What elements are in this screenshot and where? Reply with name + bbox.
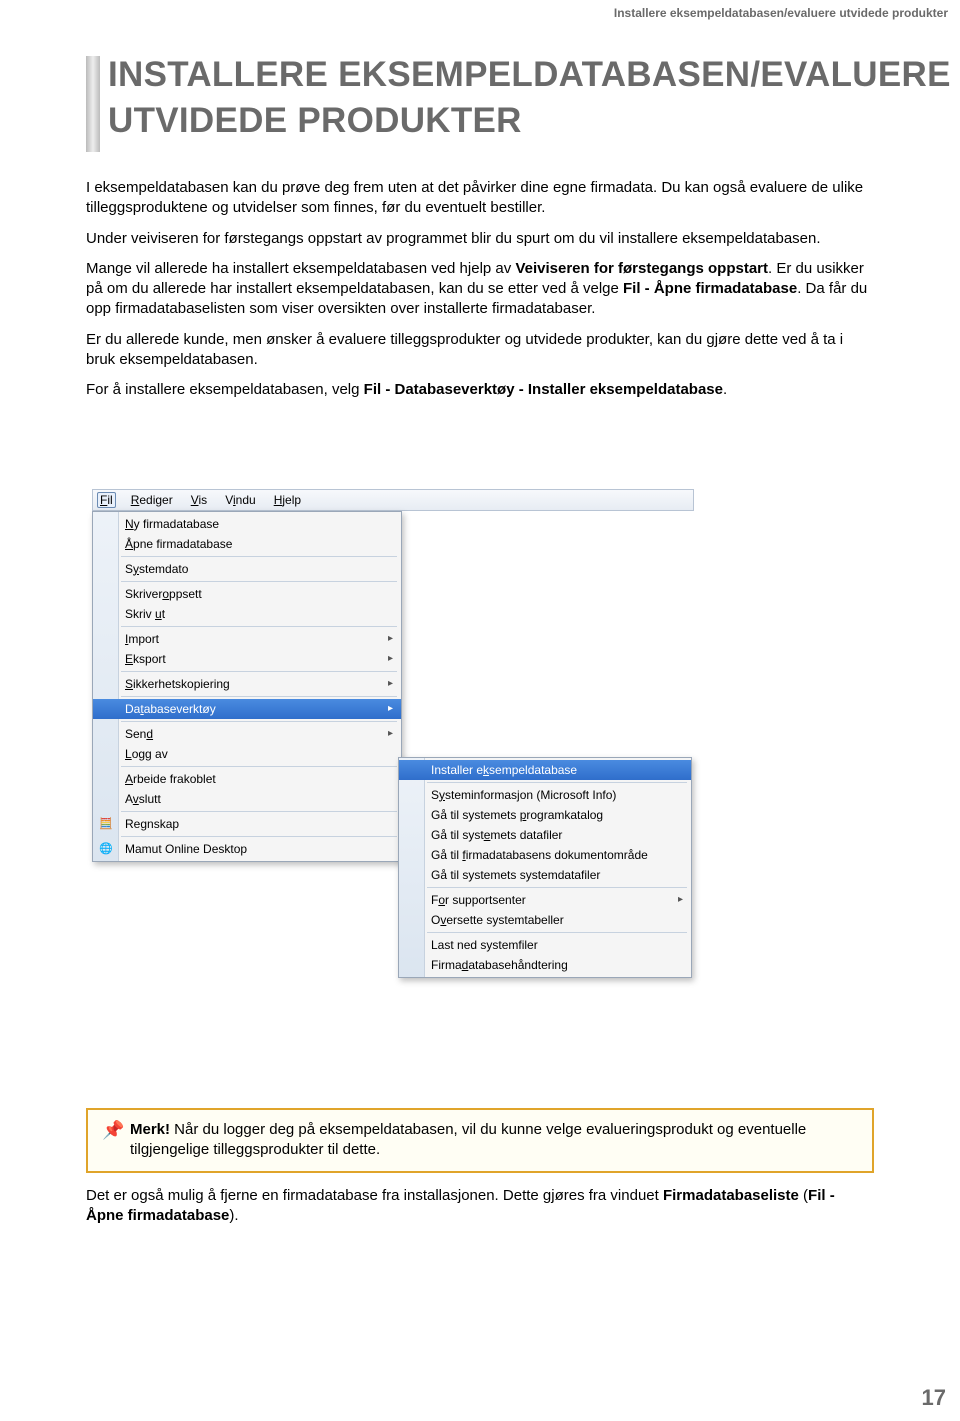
menu-sikkerhetskopiering[interactable]: Sikkerhetskopiering▸Sikkerhetskopiering — [93, 674, 401, 694]
menubar-hjelp[interactable]: HjelpHjelp — [271, 492, 304, 508]
menu-separator — [427, 932, 687, 933]
p5-b: Fil - Databaseverktøy - Installer eksemp… — [364, 381, 723, 398]
note-label: Merk! — [130, 1121, 170, 1138]
submenu-systemdatafiler[interactable]: Gå til systemets systemdatafilerGå til s… — [399, 865, 691, 885]
footer-a: Det er også mulig å fjerne en firmadatab… — [86, 1187, 663, 1204]
paragraph-3: Mange vil allerede ha installert eksempe… — [86, 259, 874, 320]
menubar-vindu[interactable]: VinduVindu — [222, 492, 259, 508]
menu-separator — [427, 782, 687, 783]
databaseverktoy-submenu: Installer eksempeldatabaseInstaller ekse… — [398, 757, 692, 978]
submenu-oversette[interactable]: Oversette systemtabellerOversette system… — [399, 910, 691, 930]
p3-a: Mange vil allerede ha installert eksempe… — [86, 260, 515, 277]
menu-separator — [427, 887, 687, 888]
submenu-installer-eksempeldatabase[interactable]: Installer eksempeldatabaseInstaller ekse… — [399, 760, 691, 780]
chevron-right-icon: ▸ — [678, 894, 683, 905]
menu-logg-av[interactable]: Logg avLogg av — [93, 744, 401, 764]
menu-eksport[interactable]: Eksport▸Eksport — [93, 649, 401, 669]
submenu-last-ned[interactable]: Last ned systemfiler — [399, 935, 691, 955]
menu-separator — [121, 836, 397, 837]
menu-separator — [121, 811, 397, 812]
note-text: Når du logger deg på eksempeldatabasen, … — [130, 1121, 806, 1158]
submenu-programkatalog[interactable]: Gå til systemets programkatalogGå til sy… — [399, 805, 691, 825]
body-copy: I eksempeldatabasen kan du prøve deg fre… — [86, 178, 874, 410]
menu-skriveroppsett[interactable]: SkriveroppsettSkriveroppsett — [93, 584, 401, 604]
header-path: Installere eksempeldatabasen/evaluere ut… — [614, 6, 948, 20]
menu-systemdato[interactable]: SystemdatoSystemdato — [93, 559, 401, 579]
footer-paragraph: Det er også mulig å fjerne en firmadatab… — [86, 1186, 874, 1227]
pushpin-icon: 📌 — [102, 1118, 124, 1142]
note-box: 📌 Merk! Når du logger deg på eksempeldat… — [86, 1108, 874, 1173]
submenu-supportsenter[interactable]: For supportsenter▸For supportsenter — [399, 890, 691, 910]
fil-dropdown: Ny firmadatabaseNy firmadatabase Åpne fi… — [92, 511, 402, 862]
menu-regnskap-label: Regnskap — [125, 817, 179, 831]
paragraph-5: For å installere eksempeldatabasen, velg… — [86, 380, 874, 400]
footer-b: Firmadatabaseliste — [663, 1187, 799, 1204]
submenu-datafiler[interactable]: Gå til systemets datafilerGå til systeme… — [399, 825, 691, 845]
menu-apne-firmadatabase[interactable]: Åpne firmadatabaseÅpne firmadatabase — [93, 534, 401, 554]
menu-separator — [121, 626, 397, 627]
menu-separator — [121, 581, 397, 582]
menu-separator — [121, 696, 397, 697]
submenu-handtering[interactable]: FirmadatabasehåndteringFirmadatabasehånd… — [399, 955, 691, 975]
chevron-right-icon: ▸ — [388, 728, 393, 739]
menu-ny-firmadatabase[interactable]: Ny firmadatabaseNy firmadatabase — [93, 514, 401, 534]
chevron-right-icon: ▸ — [388, 678, 393, 689]
footer-c: ( — [799, 1187, 808, 1204]
menubar-vis[interactable]: VisVis — [188, 492, 210, 508]
menu-mamut-online[interactable]: 🌐 Mamut Online Desktop — [93, 839, 401, 859]
page-number: 17 — [922, 1385, 946, 1411]
menu-send[interactable]: Send▸Send — [93, 724, 401, 744]
menu-skriv-ut[interactable]: Skriv utSkriv ut — [93, 604, 401, 624]
submenu-systeminformasjon[interactable]: Systeminformasjon (Microsoft Info)System… — [399, 785, 691, 805]
menu-import[interactable]: Import▸Import — [93, 629, 401, 649]
menubar-rediger[interactable]: RedigerRediger — [128, 492, 176, 508]
menu-regnskap[interactable]: 🧮 Regnskap — [93, 814, 401, 834]
submenu-last-ned-label: Last ned systemfiler — [431, 938, 538, 952]
p5-c: . — [723, 381, 727, 398]
menu-separator — [121, 721, 397, 722]
paragraph-1: I eksempeldatabasen kan du prøve deg fre… — [86, 178, 874, 219]
menu-mamut-label: Mamut Online Desktop — [125, 842, 247, 856]
chevron-right-icon: ▸ — [388, 703, 393, 714]
menubar: FFilil RedigerRediger VisVis VinduVindu … — [92, 489, 694, 511]
globe-icon: 🌐 — [98, 842, 114, 856]
title-accent-bar — [86, 56, 100, 152]
p3-d: Fil - Åpne firmadatabase — [623, 280, 797, 297]
menu-arbeide-frakoblet[interactable]: Arbeide frakobletArbeide frakoblet — [93, 769, 401, 789]
chevron-right-icon: ▸ — [388, 653, 393, 664]
paragraph-2: Under veiviseren for førstegangs oppstar… — [86, 229, 874, 249]
p5-a: For å installere eksempeldatabasen, velg — [86, 381, 364, 398]
submenu-dokumentomrade[interactable]: Gå til firmadatabasens dokumentområdeGå … — [399, 845, 691, 865]
menu-separator — [121, 556, 397, 557]
chevron-right-icon: ▸ — [388, 633, 393, 644]
menu-avslutt[interactable]: AvsluttAvslutt — [93, 789, 401, 809]
page-title: INSTALLERE EKSEMPELDATABASEN/EVALUERE UT… — [108, 52, 951, 143]
menu-screenshot: FFilil RedigerRediger VisVis VinduVindu … — [92, 489, 694, 862]
menu-separator — [121, 671, 397, 672]
title-line-1: INSTALLERE EKSEMPELDATABASEN/EVALUERE — [108, 55, 951, 94]
menubar-fil[interactable]: FFilil — [97, 492, 116, 508]
title-line-2: UTVIDEDE PRODUKTER — [108, 101, 522, 140]
menu-databaseverktoy[interactable]: Databaseverktøy▸Databaseverktøy — [93, 699, 401, 719]
p3-b: Veiviseren for førstegangs oppstart — [515, 260, 768, 277]
footer-e: ). — [229, 1207, 238, 1224]
regnskap-icon: 🧮 — [98, 817, 114, 831]
menu-separator — [121, 766, 397, 767]
paragraph-4: Er du allerede kunde, men ønsker å evalu… — [86, 330, 874, 371]
